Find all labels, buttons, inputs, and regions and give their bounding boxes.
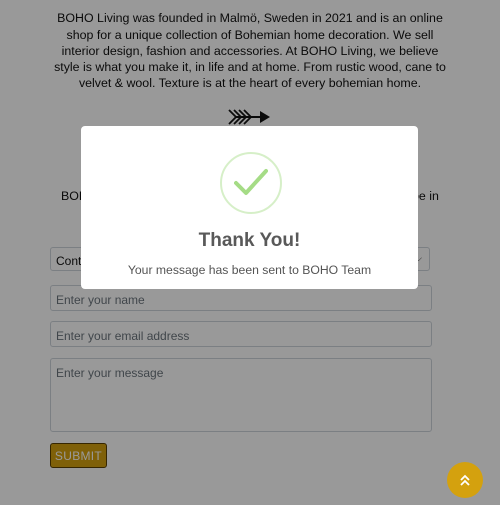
check-icon [234, 169, 268, 195]
page: BOHO Living was founded in Malmö, Sweden… [0, 0, 500, 505]
modal-title: Thank You! [198, 230, 301, 251]
thank-you-modal: Thank You! Your message has been sent to… [81, 126, 418, 289]
double-chevron-up-icon [460, 474, 470, 486]
scroll-to-top-button[interactable] [447, 462, 483, 498]
success-icon [220, 152, 282, 214]
modal-message: Your message has been sent to BOHO Team [127, 263, 372, 277]
